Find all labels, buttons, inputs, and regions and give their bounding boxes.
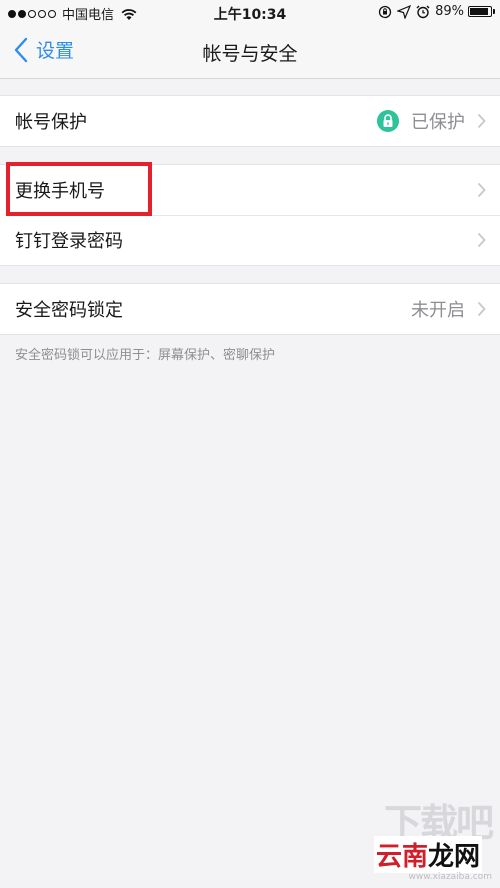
row-label: 安全密码锁定 [15,300,123,321]
group-login: 更换手机号 钉钉登录密码 [0,164,500,266]
orientation-lock-icon [378,5,392,18]
location-icon [397,4,412,19]
row-label: 钉钉登录密码 [15,231,123,252]
row-right [477,232,486,248]
lock-status: 未开启 [411,300,465,321]
row-account-protection[interactable]: 帐号保护 已保护 [0,96,500,146]
status-bar: 中国电信 上午10:34 89% [0,0,500,26]
row-label: 帐号保护 [15,112,87,133]
screen: 中国电信 上午10:34 89% 设置 帐号与安全 帐号保护 已保护 更换手机号… [0,0,500,888]
group-account-protection: 帐号保护 已保护 [0,95,500,147]
page-title: 帐号与安全 [202,43,298,65]
watermark: 下载吧 云南龙网 www.xiazaiba.com [352,792,494,882]
row-right: 未开启 [411,296,486,322]
row-right: 已保护 [377,108,486,134]
chevron-right-icon [477,232,486,248]
footnote: 安全密码锁可以应用于：屏幕保护、密聊保护 [15,348,276,363]
battery-percent: 89% [435,4,464,19]
chevron-right-icon [477,113,486,129]
watermark-url: www.xiazaiba.com [408,872,492,882]
alarm-icon [416,5,430,18]
lock-icon [377,110,399,132]
protection-status: 已保护 [411,112,465,133]
row-right [477,182,486,198]
row-change-phone[interactable]: 更换手机号 [0,165,500,215]
row-label: 更换手机号 [15,181,105,202]
watermark-main: 云南龙网 [373,836,482,873]
battery-icon [468,6,495,17]
status-right: 89% [378,4,495,19]
navigation-bar: 设置 帐号与安全 [0,26,500,79]
group-security-lock: 安全密码锁定 未开启 [0,283,500,335]
row-security-password-lock[interactable]: 安全密码锁定 未开启 [0,284,500,334]
row-login-password[interactable]: 钉钉登录密码 [0,215,500,265]
chevron-right-icon [477,301,486,317]
chevron-right-icon [477,182,486,198]
